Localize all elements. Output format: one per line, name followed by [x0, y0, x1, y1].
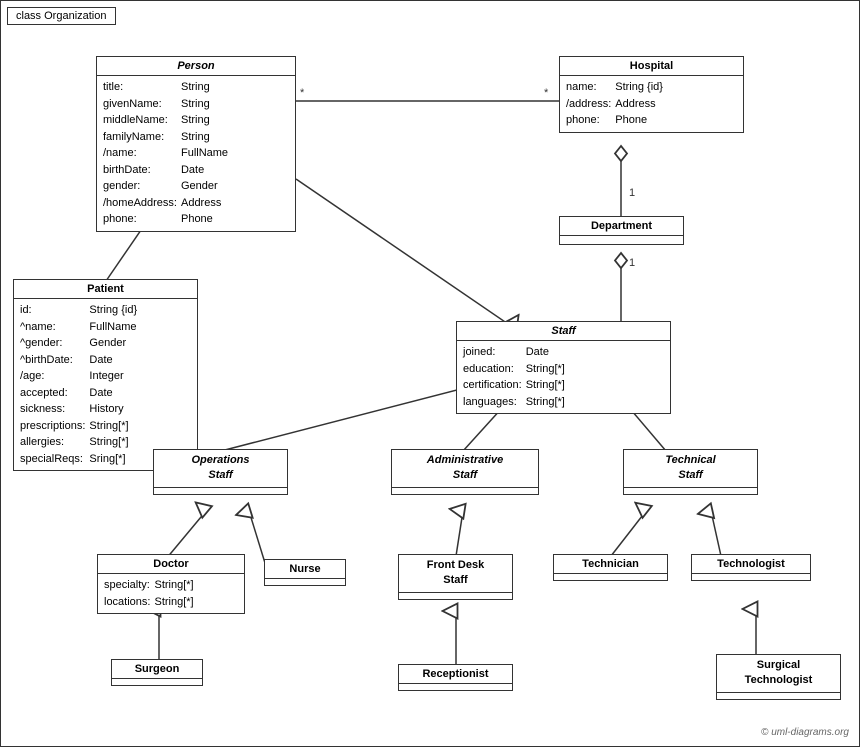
person-body: title:String givenName:String middleName… [97, 76, 295, 231]
operations-staff-header: OperationsStaff [154, 450, 287, 488]
surgeon-class: Surgeon [111, 659, 203, 686]
technical-staff-class: TechnicalStaff [623, 449, 758, 495]
front-desk-staff-header: Front DeskStaff [399, 555, 512, 593]
person-header: Person [97, 57, 295, 76]
surgical-technologist-class: SurgicalTechnologist [716, 654, 841, 700]
patient-class: Patient id:String {id} ^name:FullName ^g… [13, 279, 198, 471]
operations-staff-body [154, 488, 287, 494]
technical-staff-body [624, 488, 757, 494]
doctor-body: specialty:String[*] locations:String[*] [98, 574, 244, 613]
technician-header: Technician [554, 555, 667, 574]
department-body [560, 236, 683, 244]
staff-body: joined:Date education:String[*] certific… [457, 341, 670, 413]
front-desk-staff-class: Front DeskStaff [398, 554, 513, 600]
administrative-staff-body [392, 488, 538, 494]
patient-body: id:String {id} ^name:FullName ^gender:Ge… [14, 299, 197, 470]
technologist-class: Technologist [691, 554, 811, 581]
patient-header: Patient [14, 280, 197, 299]
hospital-class: Hospital name:String {id} /address:Addre… [559, 56, 744, 133]
surgeon-body [112, 679, 202, 685]
nurse-header: Nurse [265, 560, 345, 579]
diagram-title: class Organization [7, 7, 116, 25]
hospital-header: Hospital [560, 57, 743, 76]
receptionist-class: Receptionist [398, 664, 513, 691]
technician-class: Technician [553, 554, 668, 581]
technologist-header: Technologist [692, 555, 810, 574]
operations-staff-class: OperationsStaff [153, 449, 288, 495]
technician-body [554, 574, 667, 580]
hospital-body: name:String {id} /address:Address phone:… [560, 76, 743, 132]
doctor-header: Doctor [98, 555, 244, 574]
surgical-technologist-header: SurgicalTechnologist [717, 655, 840, 693]
administrative-staff-class: AdministrativeStaff [391, 449, 539, 495]
technologist-body [692, 574, 810, 580]
front-desk-staff-body [399, 593, 512, 599]
receptionist-header: Receptionist [399, 665, 512, 684]
svg-text:*: * [544, 87, 549, 99]
doctor-class: Doctor specialty:String[*] locations:Str… [97, 554, 245, 614]
svg-text:*: * [300, 87, 305, 99]
uml-diagram: class Organization 1 * * * 1 [0, 0, 860, 747]
administrative-staff-header: AdministrativeStaff [392, 450, 538, 488]
nurse-class: Nurse [264, 559, 346, 586]
department-header: Department [560, 217, 683, 236]
receptionist-body [399, 684, 512, 690]
svg-text:1: 1 [629, 257, 635, 269]
staff-class: Staff joined:Date education:String[*] ce… [456, 321, 671, 414]
watermark: © uml-diagrams.org [761, 727, 849, 738]
technical-staff-header: TechnicalStaff [624, 450, 757, 488]
staff-header: Staff [457, 322, 670, 341]
person-class: Person title:String givenName:String mid… [96, 56, 296, 232]
surgeon-header: Surgeon [112, 660, 202, 679]
department-class: Department [559, 216, 684, 245]
surgical-technologist-body [717, 693, 840, 699]
svg-text:1: 1 [629, 187, 635, 199]
nurse-body [265, 579, 345, 585]
